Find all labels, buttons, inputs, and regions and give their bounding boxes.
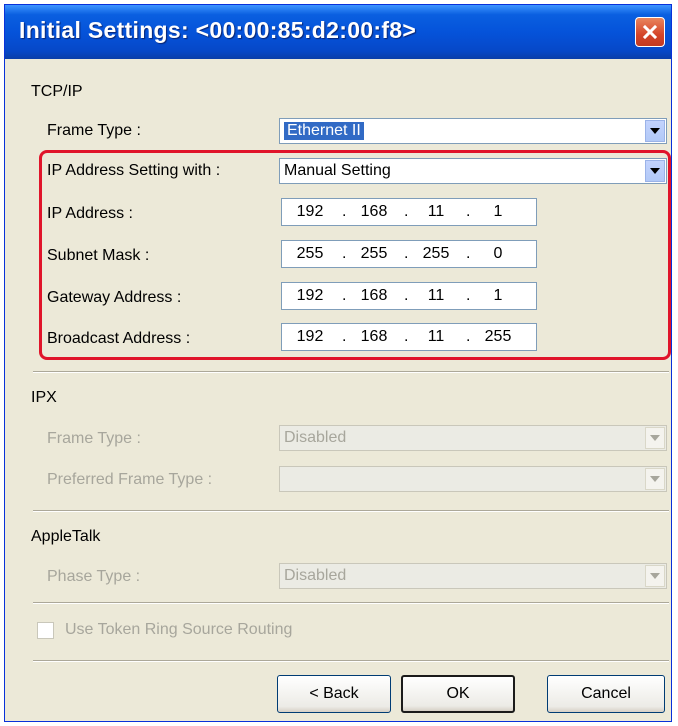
ip-dot: . (466, 287, 471, 304)
chevron-down-icon (650, 573, 660, 579)
tcpip-section-label: TCP/IP (31, 83, 83, 100)
chevron-down-icon (650, 435, 660, 441)
ok-button[interactable]: OK (401, 675, 515, 713)
ip-dot: . (466, 245, 471, 262)
frame-type-value: Ethernet II (284, 122, 364, 140)
chevron-down-icon (650, 168, 660, 174)
subnet-octet: 0 (493, 245, 503, 262)
ip-setting-label: IP Address Setting with : (47, 162, 221, 179)
ip-dot: . (404, 245, 409, 262)
gateway-label: Gateway Address : (47, 289, 182, 306)
ip-dot: . (404, 328, 409, 345)
subnet-mask-label: Subnet Mask : (47, 247, 150, 264)
ip-octet: 192 (296, 203, 324, 220)
ip-setting-dropdown-button[interactable] (645, 160, 665, 182)
subnet-octet: 255 (422, 245, 450, 262)
ip-dot: . (342, 203, 347, 220)
ip-dot: . (466, 203, 471, 220)
token-ring-label: Use Token Ring Source Routing (65, 621, 293, 638)
window-title: Initial Settings: <00:00:85:d2:00:f8> (19, 17, 417, 43)
chevron-down-icon (650, 128, 660, 134)
subnet-octet: 255 (296, 245, 324, 262)
preferred-frame-type-dropdown-button[interactable] (645, 468, 665, 490)
phase-type-label: Phase Type : (47, 568, 141, 585)
ip-dot: . (466, 328, 471, 345)
token-ring-checkbox[interactable] (37, 622, 54, 639)
gateway-input[interactable]: 192 . 168 . 11 . 1 (281, 282, 537, 310)
ipx-frame-type-select[interactable]: Disabled (279, 425, 667, 451)
gateway-octet: 1 (493, 287, 503, 304)
broadcast-octet: 255 (484, 328, 512, 345)
chevron-down-icon (650, 476, 660, 482)
ip-setting-value: Manual Setting (284, 162, 391, 179)
divider (33, 510, 669, 512)
ip-address-input[interactable]: 192 . 168 . 11 . 1 (281, 198, 537, 226)
phase-type-value: Disabled (284, 567, 347, 584)
frame-type-dropdown-button[interactable] (645, 120, 665, 142)
broadcast-label: Broadcast Address : (47, 330, 191, 347)
appletalk-section-label: AppleTalk (31, 528, 101, 545)
ip-dot: . (342, 245, 347, 262)
close-button[interactable] (635, 17, 665, 47)
divider (33, 602, 669, 604)
dialog-window: Initial Settings: <00:00:85:d2:00:f8> TC… (4, 4, 672, 722)
ip-dot: . (404, 287, 409, 304)
divider (33, 371, 669, 373)
ipx-frame-type-label: Frame Type : (47, 430, 141, 447)
phase-type-select[interactable]: Disabled (279, 563, 667, 589)
phase-type-dropdown-button[interactable] (645, 565, 665, 587)
divider (33, 660, 669, 662)
broadcast-octet: 168 (360, 328, 388, 345)
ipx-frame-type-dropdown-button[interactable] (645, 427, 665, 449)
close-icon (642, 24, 658, 40)
frame-type-select[interactable]: Ethernet II (279, 118, 667, 144)
subnet-mask-input[interactable]: 255 . 255 . 255 . 0 (281, 240, 537, 268)
ip-dot: . (342, 328, 347, 345)
cancel-button[interactable]: Cancel (547, 675, 665, 713)
ip-setting-select[interactable]: Manual Setting (279, 158, 667, 184)
title-bar[interactable]: Initial Settings: <00:00:85:d2:00:f8> (5, 5, 671, 59)
gateway-octet: 168 (360, 287, 388, 304)
ip-octet: 1 (493, 203, 503, 220)
preferred-frame-type-label: Preferred Frame Type : (47, 471, 213, 488)
ip-dot: . (342, 287, 347, 304)
gateway-octet: 192 (296, 287, 324, 304)
ip-octet: 11 (427, 203, 445, 220)
broadcast-input[interactable]: 192 . 168 . 11 . 255 (281, 323, 537, 351)
broadcast-octet: 11 (427, 328, 445, 345)
frame-type-label: Frame Type : (47, 122, 141, 139)
gateway-octet: 11 (427, 287, 445, 304)
preferred-frame-type-select[interactable] (279, 466, 667, 492)
ip-address-label: IP Address : (47, 205, 133, 222)
broadcast-octet: 192 (296, 328, 324, 345)
back-button[interactable]: < Back (277, 675, 391, 713)
ipx-frame-type-value: Disabled (284, 429, 347, 446)
ipx-section-label: IPX (31, 389, 57, 406)
ip-octet: 168 (360, 203, 388, 220)
ip-dot: . (404, 203, 409, 220)
subnet-octet: 255 (360, 245, 388, 262)
